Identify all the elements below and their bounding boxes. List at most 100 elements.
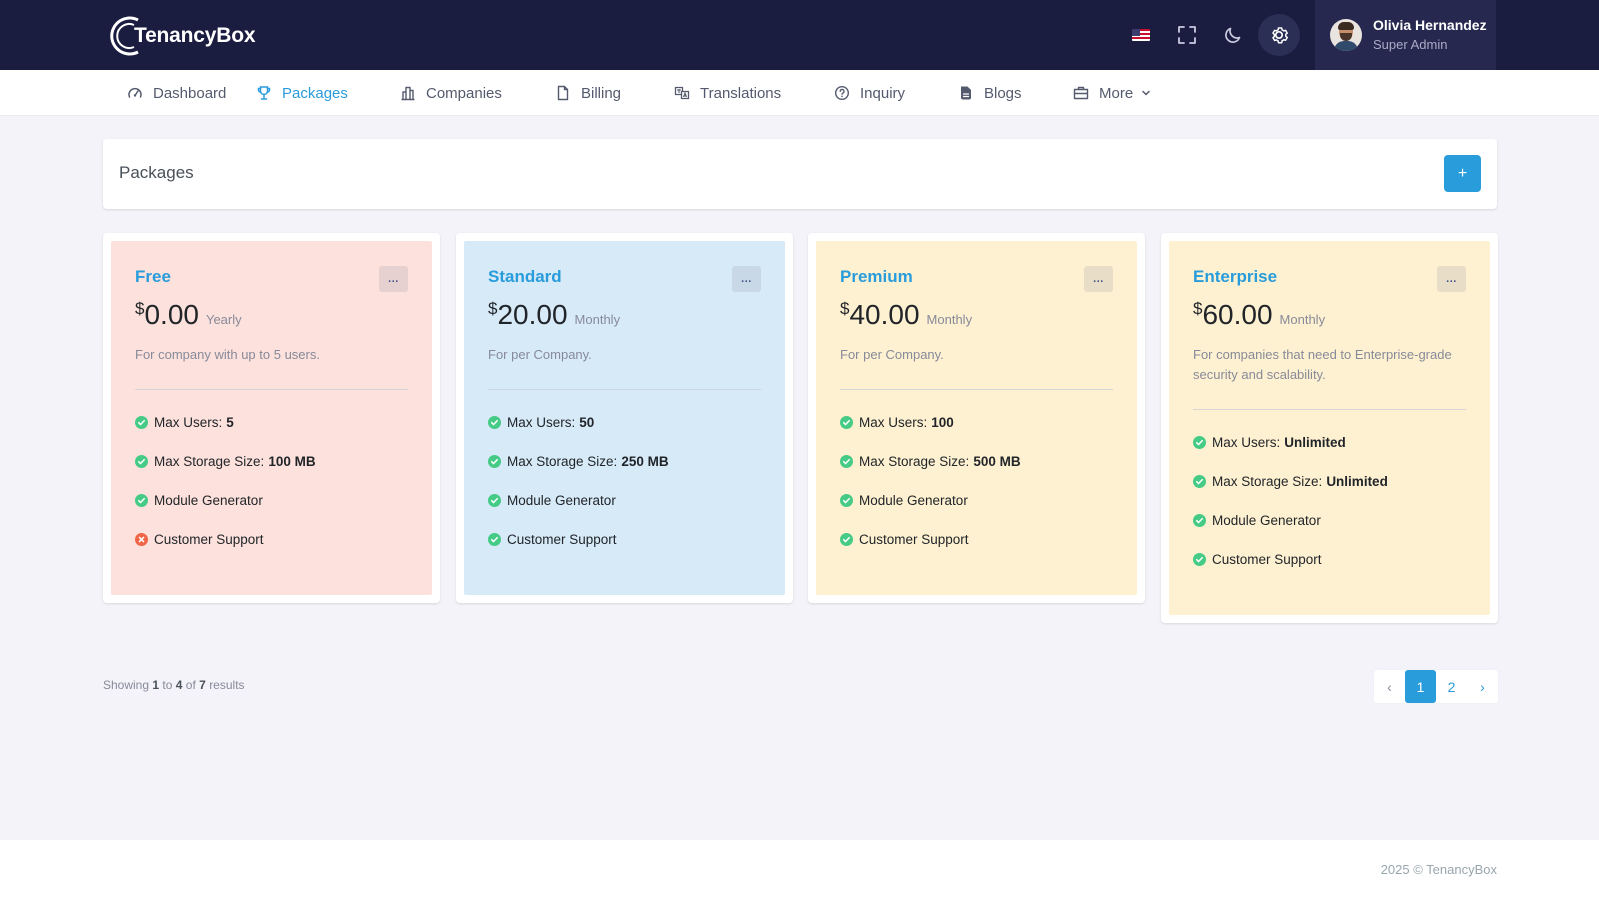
feature-list: Max Users: 50 Max Storage Size: 250 MB Modul… <box>488 412 761 549</box>
plan-name: Free <box>135 267 171 286</box>
feature-value: 100 <box>931 414 954 430</box>
price-period: Yearly <box>205 312 242 327</box>
nav-item-packages[interactable]: Packages <box>256 70 348 116</box>
nav-label: More <box>1099 84 1134 102</box>
plan-card-enterprise: Enterprise ... $ 60.00 Monthly For compa… <box>1161 233 1498 623</box>
feature-label: Max Storage Size: <box>859 453 970 469</box>
nav-item-blogs[interactable]: Blogs <box>958 70 1022 116</box>
pagination-next[interactable]: › <box>1467 670 1498 703</box>
brand-logo[interactable]: TenancyBox <box>108 14 256 58</box>
dark-mode-button[interactable] <box>1212 14 1254 56</box>
feature-item: Max Users: Unlimited <box>1193 432 1466 452</box>
page-header-card: Packages + <box>103 139 1497 209</box>
price-amount: 20.00 <box>497 299 568 330</box>
price-amount: 40.00 <box>849 299 920 330</box>
feature-value: 50 <box>579 414 595 430</box>
plan-price: $ 40.00 Monthly <box>840 299 1113 331</box>
feature-value: Unlimited <box>1326 473 1388 489</box>
page-title: Packages <box>119 163 194 182</box>
chevron-down-icon <box>1142 90 1150 96</box>
nav-label: Billing <box>581 84 622 102</box>
feature-label: Max Users: <box>507 414 576 430</box>
briefcase-icon <box>1073 86 1089 100</box>
price-amount: 0.00 <box>144 299 199 330</box>
price-currency: $ <box>1193 299 1203 318</box>
moon-icon <box>1225 27 1241 43</box>
nav-item-inquiry[interactable]: Inquiry <box>834 70 905 116</box>
plan-name: Standard <box>488 267 562 286</box>
check-circle-icon <box>488 532 501 546</box>
pagination-page-1[interactable]: 1 <box>1405 670 1436 703</box>
nav-item-dashboard[interactable]: Dashboard <box>127 70 226 116</box>
x-circle-icon <box>135 532 148 546</box>
nav-label: Packages <box>282 84 348 102</box>
plan-card-free: Free ... $ 0.00 Yearly For company with … <box>103 233 440 603</box>
add-package-button[interactable]: + <box>1444 155 1481 192</box>
nav-label: Translations <box>700 84 782 102</box>
file-icon <box>557 85 569 101</box>
check-circle-icon <box>1193 474 1206 488</box>
plan-menu-button[interactable]: ... <box>732 266 761 292</box>
nav-item-companies[interactable]: Companies <box>400 70 502 116</box>
fullscreen-icon <box>1178 26 1196 44</box>
check-circle-icon <box>840 493 853 507</box>
feature-label: Max Storage Size: <box>507 453 618 469</box>
fullscreen-button[interactable] <box>1166 14 1208 56</box>
plan-menu-button[interactable]: ... <box>1084 266 1113 292</box>
feature-value: Unlimited <box>1284 434 1346 450</box>
price-period: Monthly <box>926 312 973 327</box>
settings-button[interactable] <box>1258 14 1300 56</box>
question-circle-icon <box>834 85 850 101</box>
check-circle-icon <box>1193 435 1206 449</box>
divider <box>135 389 408 390</box>
check-circle-icon <box>1193 552 1206 566</box>
pagination: ‹ 1 2 › <box>1373 669 1499 704</box>
price-currency: $ <box>840 299 850 318</box>
plan-card-premium: Premium ... $ 40.00 Monthly For per Comp… <box>808 233 1145 603</box>
plan-menu-button[interactable]: ... <box>379 266 408 292</box>
plan-price: $ 0.00 Yearly <box>135 299 408 331</box>
feature-item: Module Generator <box>1193 510 1466 530</box>
feature-value: 500 MB <box>973 453 1021 469</box>
feature-label: Customer Support <box>507 531 617 547</box>
feature-label: Customer Support <box>154 531 264 547</box>
gear-icon <box>1272 27 1288 44</box>
nav-item-billing[interactable]: Billing <box>555 70 621 116</box>
nav-item-more[interactable]: More <box>1073 70 1151 116</box>
user-name: Olivia Hernandez <box>1373 17 1487 33</box>
footer: 2025 © TenancyBox <box>0 840 1599 899</box>
feature-item: Max Users: 50 <box>488 412 761 432</box>
nav-label: Dashboard <box>153 84 227 102</box>
plan-body: Standard ... $ 20.00 Monthly For per Com… <box>464 241 785 595</box>
main-nav: Dashboard Packages Companies Billing Tra… <box>0 70 1599 116</box>
feature-item: Module Generator <box>840 490 1113 510</box>
feature-item: Max Storage Size: Unlimited <box>1193 471 1466 491</box>
plan-card-standard: Standard ... $ 20.00 Monthly For per Com… <box>456 233 793 603</box>
plan-price: $ 20.00 Monthly <box>488 299 761 331</box>
feature-list: Max Users: Unlimited Max Storage Size: Unli… <box>1193 432 1466 569</box>
user-menu[interactable]: Olivia Hernandez Super Admin <box>1315 0 1496 70</box>
feature-list: Max Users: 5 Max Storage Size: 100 MB Module… <box>135 412 408 549</box>
feature-item: Max Storage Size: 500 MB <box>840 451 1113 471</box>
check-circle-icon <box>135 454 148 468</box>
feature-item: Module Generator <box>488 490 761 510</box>
feature-label: Module Generator <box>1212 512 1321 528</box>
language-button[interactable] <box>1120 14 1162 56</box>
feature-item: Max Storage Size: 100 MB <box>135 451 408 471</box>
feature-item: Customer Support <box>1193 549 1466 569</box>
nav-item-translations[interactable]: Translations <box>674 70 781 116</box>
nav-label: Inquiry <box>860 84 906 102</box>
feature-label: Max Storage Size: <box>154 453 265 469</box>
feature-label: Max Storage Size: <box>1212 473 1323 489</box>
feature-item: Max Users: 5 <box>135 412 408 432</box>
plan-menu-button[interactable]: ... <box>1437 266 1466 292</box>
pagination-page-2[interactable]: 2 <box>1436 670 1467 703</box>
pagination-prev[interactable]: ‹ <box>1374 670 1405 703</box>
topbar: TenancyBox Olivia Hernandez Super Admin <box>0 0 1599 70</box>
trophy-icon <box>257 86 271 100</box>
feature-label: Module Generator <box>507 492 616 508</box>
plan-description: For companies that need to Enterprise-gr… <box>1193 347 1452 382</box>
nav-label: Blogs <box>984 84 1022 102</box>
feature-label: Max Users: <box>154 414 223 430</box>
feature-value: 250 MB <box>621 453 669 469</box>
